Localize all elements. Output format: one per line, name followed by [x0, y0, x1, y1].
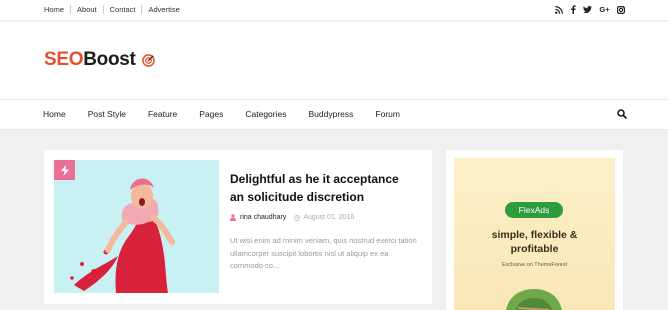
divider	[102, 5, 104, 14]
top-links: Home About Contact Advertise	[44, 5, 180, 14]
facebook-icon[interactable]	[570, 5, 576, 14]
main-nav: Home Post Style Feature Pages Categories…	[0, 99, 668, 130]
divider	[70, 5, 72, 14]
post-author[interactable]: rina chaudhary	[240, 214, 286, 221]
lightning-icon	[60, 164, 69, 176]
nav-item-buddypress[interactable]: Buddypress	[308, 109, 353, 119]
target-icon	[141, 53, 155, 67]
top-link-advertise[interactable]: Advertise	[148, 5, 179, 14]
top-link-home[interactable]: Home	[44, 5, 64, 14]
user-icon	[230, 214, 236, 221]
nav-item-home[interactable]: Home	[43, 109, 66, 119]
search-icon[interactable]	[617, 109, 627, 119]
nav-item-post-style[interactable]: Post Style	[88, 109, 126, 119]
rss-icon[interactable]	[555, 5, 563, 14]
clock-icon	[294, 214, 301, 221]
ad-plant-image	[506, 289, 562, 310]
post-image	[54, 160, 219, 293]
site-header: SEO Boost	[0, 22, 668, 99]
logo-boost: Boost	[83, 49, 136, 70]
logo-seo: SEO	[44, 49, 84, 70]
google-plus-icon[interactable]: G+	[599, 5, 610, 14]
divider	[141, 5, 143, 14]
post-date-wrap: August 01, 2016	[294, 214, 354, 221]
featured-post-card: Delightful as he it acceptance an solici…	[44, 150, 432, 304]
post-title[interactable]: Delightful as he it acceptance an solici…	[230, 170, 415, 206]
post-meta: rina chaudhary August 01, 2016	[230, 214, 354, 221]
post-format-badge	[54, 160, 75, 180]
post-excerpt: Ut wisi enim ad minim veniam, quis nostr…	[230, 236, 417, 270]
post-date: August 01, 2016	[303, 214, 355, 221]
top-bar: Home About Contact Advertise G+	[0, 0, 668, 21]
post-thumbnail[interactable]	[54, 160, 219, 293]
nav-item-categories[interactable]: Categories	[245, 109, 286, 119]
ad-banner[interactable]: FlexAds simple, flexible & profitable Ex…	[454, 158, 615, 310]
nav-item-pages[interactable]: Pages	[199, 109, 223, 119]
instagram-icon[interactable]	[617, 5, 625, 14]
site-logo[interactable]: SEO Boost	[44, 49, 155, 71]
nav-item-feature[interactable]: Feature	[148, 109, 177, 119]
twitter-icon[interactable]	[583, 5, 592, 14]
top-link-contact[interactable]: Contact	[110, 5, 136, 14]
top-link-about[interactable]: About	[77, 5, 97, 14]
sidebar: FlexAds simple, flexible & profitable Ex…	[446, 150, 623, 310]
social-icons: G+	[555, 5, 625, 14]
nav-item-forum[interactable]: Forum	[375, 109, 400, 119]
